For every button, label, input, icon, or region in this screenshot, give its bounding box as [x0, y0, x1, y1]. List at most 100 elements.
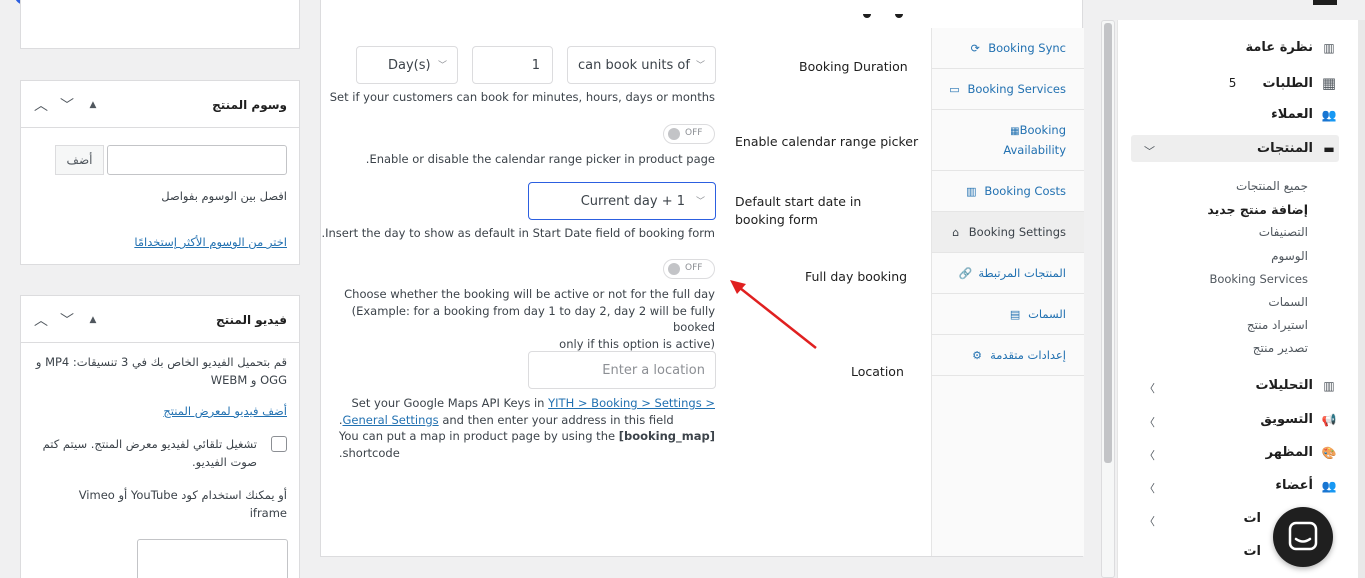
autoplay-checkbox[interactable]: [271, 436, 287, 452]
embed-text: أو يمكنك استخدام كود YouTube أو Vimeo if…: [78, 488, 287, 521]
range-picker-desc: Enable or disable the calendar range pic…: [365, 152, 715, 166]
full-day-toggle[interactable]: OFF: [663, 259, 715, 279]
chevron-left-icon[interactable]: 〈: [1144, 380, 1155, 396]
top-bar-fragment: [1313, 0, 1337, 5]
chevron-left-icon[interactable]: 〈: [1144, 414, 1155, 430]
sub-booking-services[interactable]: Booking Services: [1209, 272, 1308, 286]
nav-marketing[interactable]: 📢 التسويق: [1260, 412, 1337, 427]
duration-unit-value: Day(s): [388, 57, 431, 73]
analytics-icon: ▥: [1323, 378, 1335, 393]
general-settings-link[interactable]: General Settings: [343, 413, 439, 427]
gear-icon: ⚙: [972, 349, 983, 362]
product-video-box: فيديو المنتج ︿ ﹀ ▲ قم بتحميل الفيديو الخ…: [20, 295, 300, 578]
toggle-state: OFF: [685, 128, 703, 138]
tab-attributes[interactable]: السمات ▤: [932, 294, 1084, 335]
chevron-up-icon[interactable]: ︿: [33, 310, 49, 330]
product-video-header: فيديو المنتج ︿ ﹀ ▲: [21, 296, 299, 343]
nav-label: نظرة عامة: [1245, 40, 1313, 55]
nav-appearance[interactable]: 🎨 المظهر: [1266, 445, 1337, 460]
tab-booking-sync[interactable]: ⟳ Booking Sync: [932, 28, 1084, 69]
tags-hint: افصل بين الوسوم بفواصل: [161, 189, 287, 203]
chevron-left-icon[interactable]: 〈: [1144, 480, 1155, 496]
right-edge-strip: [1358, 20, 1365, 578]
tab-booking-settings[interactable]: ⌂ Booking Settings: [932, 212, 1084, 253]
nav-members[interactable]: 👥 أعضاء: [1275, 478, 1337, 493]
tab-booking-availability[interactable]: ▦Booking Availability: [932, 110, 1084, 171]
chevron-left-icon[interactable]: 〈: [1144, 513, 1155, 529]
sub-add-new-product[interactable]: إضافة منتج جديد: [1207, 202, 1308, 217]
chevron-up-icon[interactable]: ︿: [33, 95, 49, 115]
nav-label: المظهر: [1265, 445, 1313, 460]
duration-mode-value: can book units of: [578, 57, 690, 73]
tab-label: ▦Booking Availability: [996, 121, 1066, 160]
sub-attributes[interactable]: السمات: [1268, 295, 1308, 309]
scrollbar-thumb[interactable]: [1104, 23, 1112, 463]
chevron-down-icon[interactable]: ﹀: [59, 95, 75, 115]
nav-customers[interactable]: 👥 العملاء: [1271, 107, 1337, 122]
maps-settings-link[interactable]: YITH > Booking > Settings >: [548, 396, 715, 410]
tab-label: Booking Services: [967, 81, 1066, 96]
tab-advanced[interactable]: إعدادات متقدمة ⚙: [932, 335, 1084, 376]
location-desc-text: You can put a map in product page by usi…: [338, 429, 616, 444]
nav-partial-item[interactable]: ات: [1243, 511, 1261, 526]
sub-categories[interactable]: التصنيفات: [1259, 225, 1308, 239]
orders-count-badge: 5: [1228, 76, 1237, 90]
product-tags-header: وسوم المنتج ︿ ﹀ ▲: [21, 81, 299, 128]
toggle-state: OFF: [685, 263, 703, 273]
members-icon: 👥: [1321, 478, 1337, 493]
nav-overview[interactable]: ▥ نظرة عامة: [1245, 40, 1337, 55]
chevron-down-icon[interactable]: ﹀: [1144, 143, 1155, 159]
embed-textarea[interactable]: [137, 539, 288, 578]
location-desc-text: Set your Google Maps API Keys in: [351, 396, 545, 410]
chevron-left-icon[interactable]: 〈: [1144, 447, 1155, 463]
nav-label: ات: [1243, 511, 1261, 526]
nav-partial-item[interactable]: ات: [1243, 544, 1261, 559]
overview-icon: ▥: [1323, 40, 1335, 55]
start-date-label: Default start date in booking form: [735, 194, 862, 227]
tab-booking-costs[interactable]: ▥ Booking Costs: [932, 171, 1084, 212]
chat-icon-smile: [1294, 537, 1312, 543]
box-controls: ︿ ﹀ ▲: [33, 310, 101, 330]
admin-sidebar: ▥ نظرة عامة ▦ الطلبات 5 👥 العملاء ▬ المن…: [1117, 20, 1365, 578]
nav-analytics[interactable]: ▥ التحليلات: [1255, 378, 1337, 393]
start-date-select[interactable]: Current day + 1 ﹀: [528, 182, 716, 220]
collapse-triangle-icon[interactable]: ▲: [85, 100, 101, 110]
sub-import-product[interactable]: استيراد منتج: [1247, 318, 1308, 332]
collapse-triangle-icon[interactable]: ▲: [85, 315, 101, 325]
chat-icon: [1288, 521, 1318, 551]
video-upload-text: قم بتحميل الفيديو الخاص بك في 3 تنسيقات:…: [35, 355, 287, 388]
location-desc: Set your Google Maps API Keys in YITH > …: [339, 395, 715, 462]
tab-linked-products[interactable]: المنتجات المرتبطة 🔗: [932, 253, 1084, 294]
add-video-link[interactable]: أضف فيديو لمعرض المنتج: [163, 402, 287, 420]
range-picker-toggle[interactable]: OFF: [663, 124, 715, 144]
megaphone-icon: 📢: [1321, 412, 1337, 427]
toggle-knob: [668, 128, 680, 140]
duration-mode-select[interactable]: can book units of ﹀: [567, 46, 716, 84]
sub-all-products[interactable]: جميع المنتجات: [1236, 179, 1308, 193]
previous-meta-box: [20, 0, 300, 49]
nav-label: أعضاء: [1275, 478, 1313, 493]
duration-unit-select[interactable]: Day(s) ﹀: [356, 46, 458, 84]
duration-quantity-value: 1: [531, 57, 540, 73]
panel-scrollbar[interactable]: [1101, 20, 1115, 578]
tag-input[interactable]: [107, 145, 287, 175]
calendar-icon: ▦: [1010, 125, 1020, 137]
add-tag-button[interactable]: أضف: [55, 145, 104, 175]
sub-tags[interactable]: الوسوم: [1271, 249, 1308, 263]
nav-label: العملاء: [1271, 107, 1313, 122]
nav-products[interactable]: ▬ المنتجات: [1257, 141, 1337, 156]
chevron-down-icon[interactable]: ﹀: [59, 310, 75, 330]
booking-tabs: ⟳ Booking Sync ▭ Booking Services ▦Booki…: [931, 28, 1084, 556]
shortcode-text: [booking_map]: [618, 429, 715, 444]
choose-tags-link[interactable]: اختر من الوسوم الأكثر إستخدامًا: [134, 233, 287, 251]
nav-label: المنتجات: [1257, 141, 1313, 156]
sub-export-product[interactable]: تصدير منتج: [1253, 341, 1308, 355]
range-picker-label: Enable calendar range picker: [735, 134, 919, 149]
tab-booking-services[interactable]: ▭ Booking Services: [932, 69, 1084, 110]
sync-icon: ⟳: [970, 42, 980, 55]
nav-orders[interactable]: ▦ الطلبات 5: [1229, 74, 1337, 92]
live-chat-button[interactable]: [1273, 507, 1333, 567]
location-input[interactable]: Enter a location: [528, 351, 716, 389]
duration-desc: Set if your customers can book for minut…: [329, 90, 715, 104]
duration-quantity-input[interactable]: 1: [472, 46, 553, 84]
